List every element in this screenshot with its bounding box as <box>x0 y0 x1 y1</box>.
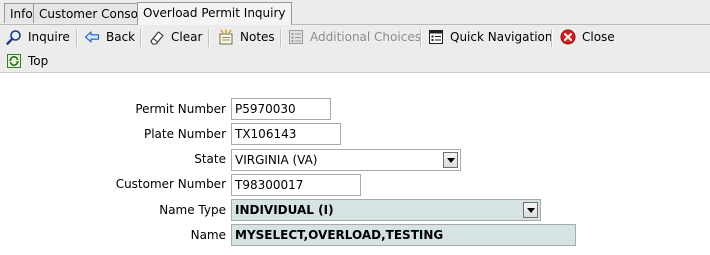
toolbar-separator <box>140 29 142 47</box>
quick-navigation-button[interactable]: Quick Navigation <box>428 26 552 48</box>
quick-navigation-icon <box>429 30 443 44</box>
state-select[interactable]: VIRGINIA (VA) <box>231 149 461 171</box>
clear-button[interactable]: Clear <box>149 26 205 48</box>
toolbar-separator <box>420 29 422 47</box>
clear-label: Clear <box>171 30 203 44</box>
refresh-icon <box>7 54 21 68</box>
tab-strip: Info Customer Console Overload Permit In… <box>0 0 710 25</box>
customer-number-label: Customer Number <box>115 177 226 191</box>
state-value: VIRGINIA (VA) <box>235 153 318 167</box>
inquire-label: Inquire <box>28 30 70 44</box>
state-label: State <box>194 152 226 166</box>
notes-label: Notes <box>240 30 275 44</box>
plate-number-field[interactable]: TX106143 <box>231 123 341 145</box>
toolbar: Inquire Back Clear Notes Additional Choi… <box>0 25 710 73</box>
magnifier-icon <box>6 30 21 45</box>
close-button[interactable]: Close <box>560 26 616 48</box>
list-icon <box>289 30 303 44</box>
close-icon <box>560 29 576 45</box>
toolbar-separator <box>280 29 282 47</box>
name-label: Name <box>190 228 226 242</box>
toolbar-separator <box>208 29 210 47</box>
notes-icon <box>219 29 233 45</box>
top-label: Top <box>28 54 49 68</box>
tab-overload-permit-inquiry[interactable]: Overload Permit Inquiry <box>137 2 292 25</box>
plate-number-label: Plate Number <box>143 127 226 141</box>
close-label: Close <box>582 30 615 44</box>
name-type-select[interactable]: INDIVIDUAL (I) <box>231 199 541 221</box>
toolbar-separator <box>551 29 553 47</box>
top-button[interactable]: Top <box>6 50 56 72</box>
back-label: Back <box>106 30 136 44</box>
customer-number-field[interactable]: T98300017 <box>231 174 361 196</box>
name-type-value: INDIVIDUAL (I) <box>235 203 334 217</box>
permit-number-label: Permit Number <box>135 102 226 116</box>
inquire-button[interactable]: Inquire <box>6 26 72 48</box>
eraser-icon <box>150 31 164 45</box>
permit-number-field[interactable]: P5970030 <box>231 98 331 120</box>
name-type-label: Name Type <box>159 203 226 217</box>
chevron-down-icon[interactable] <box>443 152 458 168</box>
quick-navigation-label: Quick Navigation <box>450 30 553 44</box>
chevron-down-icon[interactable] <box>523 202 538 218</box>
back-arrow-icon <box>84 31 100 43</box>
notes-button[interactable]: Notes <box>218 26 278 48</box>
back-button[interactable]: Back <box>84 26 136 48</box>
additional-choices-label: Additional Choices <box>310 30 421 44</box>
name-field: MYSELECT,OVERLOAD,TESTING <box>231 224 576 246</box>
toolbar-separator <box>76 29 78 47</box>
additional-choices-button[interactable]: Additional Choices <box>288 26 421 48</box>
